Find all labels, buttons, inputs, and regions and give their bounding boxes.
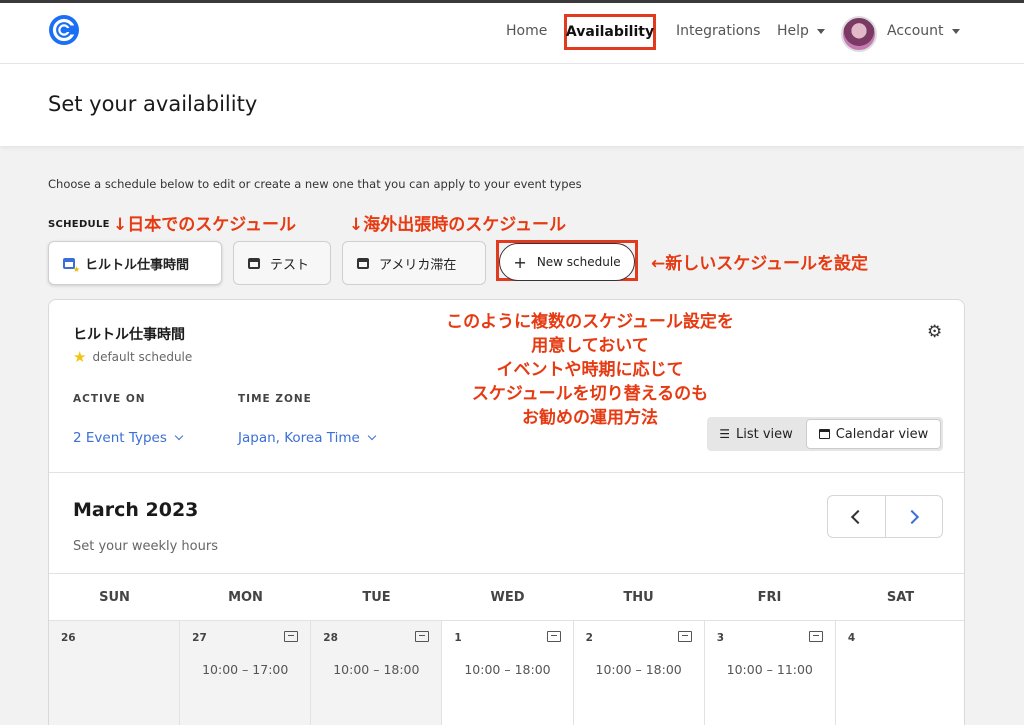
weekly-hours-subtitle: Set your weekly hours (73, 539, 218, 554)
nav-home[interactable]: Home (506, 23, 547, 39)
nav-account[interactable]: Account (887, 23, 960, 39)
avatar[interactable] (841, 16, 877, 52)
calendar-day-cell[interactable]: 27 10:00 – 17:00 (180, 621, 312, 725)
copy-icon[interactable] (415, 631, 430, 642)
active-on-value: 2 Event Types (73, 430, 167, 446)
day-number: 1 (454, 632, 462, 644)
app-logo-icon[interactable] (47, 13, 81, 47)
calendar-view-button[interactable]: Calendar view (806, 419, 941, 449)
month-nav (827, 495, 943, 538)
time-zone-dropdown[interactable]: Japan, Korea Time (238, 430, 377, 446)
intro-text: Choose a schedule below to edit or creat… (48, 177, 582, 191)
schedule-name: ヒルトル仕事時間 (73, 327, 185, 343)
calendar-day-cell[interactable]: 1 10:00 – 18:00 (442, 621, 574, 725)
day-hours: 10:00 – 17:00 (202, 662, 289, 677)
time-zone-label: TIME ZONE (238, 393, 312, 405)
chevron-right-icon (904, 509, 920, 524)
chevron-down-icon (951, 28, 960, 34)
month-title: March 2023 (73, 499, 199, 521)
plus-icon: + (513, 252, 527, 272)
chevron-down-icon (367, 431, 377, 441)
nav-help[interactable]: Help (777, 23, 825, 39)
calendar-week-row: 26 27 10:00 – 17:00 28 10:00 – 18:00 1 1… (49, 621, 964, 725)
schedule-tab-label: アメリカ滞在 (379, 257, 457, 273)
nav-availability[interactable]: Availability (564, 14, 656, 50)
star-icon: ★ (73, 348, 87, 366)
calendar-day-cell[interactable]: 26 (49, 621, 181, 725)
annotation-line: スケジュールを切り替えるのも (471, 384, 709, 404)
annotation-japan: ↓日本でのスケジュール (113, 215, 297, 235)
calendar-day-cell[interactable]: 28 10:00 – 18:00 (311, 621, 443, 725)
divider (49, 472, 964, 473)
annotation-line: このように複数のスケジュール設定を (446, 312, 734, 332)
new-schedule-button[interactable]: + New schedule (499, 243, 635, 281)
weekday-header: SAT (886, 589, 915, 605)
copy-icon[interactable] (546, 631, 561, 642)
default-schedule-label: default schedule (92, 350, 193, 364)
day-number: 2 (585, 632, 593, 644)
day-number: 27 (192, 632, 207, 644)
active-on-dropdown[interactable]: 2 Event Types (73, 430, 184, 446)
prev-month-button[interactable] (828, 496, 885, 537)
nav-help-label: Help (777, 23, 809, 39)
weekday-header: TUE (362, 589, 391, 605)
calendar-view-label: Calendar view (835, 426, 929, 442)
nav-integrations[interactable]: Integrations (676, 23, 760, 39)
copy-icon[interactable] (677, 631, 692, 642)
annotation-multi-schedule: このように複数のスケジュール設定を 用意しておいて イベントや時期に応じて スケ… (400, 310, 780, 430)
schedule-section-label: SCHEDULE (48, 219, 110, 230)
schedule-tab-hirutoru[interactable]: ヒルトル仕事時間 (48, 241, 222, 285)
calendar-day-cell[interactable]: 4 (836, 621, 964, 725)
schedule-tab-america[interactable]: アメリカ滞在 (342, 241, 486, 285)
nav-availability-label: Availability (565, 24, 655, 40)
day-number: 28 (323, 632, 338, 644)
schedule-tab-label: ヒルトル仕事時間 (85, 257, 190, 273)
page-header: Set your availability (0, 64, 1024, 146)
calendar-icon (248, 257, 260, 269)
weekday-header: THU (623, 589, 654, 605)
day-number: 26 (61, 632, 76, 644)
weekday-header-row: SUN MON TUE WED THU FRI SAT (49, 574, 964, 620)
day-hours: 10:00 – 11:00 (726, 662, 813, 677)
calendar-icon (63, 257, 80, 274)
top-navbar: Home Availability Integrations Help Acco… (0, 3, 1024, 64)
copy-icon[interactable] (808, 631, 823, 642)
time-zone-value: Japan, Korea Time (238, 430, 360, 446)
page-title: Set your availability (48, 92, 258, 116)
annotation-new-schedule: ←新しいスケジュールを設定 (651, 254, 869, 274)
weekday-header: WED (490, 589, 525, 605)
day-hours: 10:00 – 18:00 (464, 662, 551, 677)
calendar-icon (357, 257, 369, 269)
chevron-down-icon (816, 28, 825, 34)
day-hours: 10:00 – 18:00 (333, 662, 420, 677)
calendar-day-cell[interactable]: 3 10:00 – 11:00 (705, 621, 836, 725)
calendar-icon (818, 429, 830, 439)
new-schedule-label: New schedule (536, 255, 621, 269)
weekday-header: MON (228, 589, 263, 605)
nav-account-label: Account (887, 23, 944, 39)
chevron-left-icon (851, 509, 866, 524)
schedule-tab-test[interactable]: テスト (233, 241, 331, 285)
annotation-line: お勧めの運用方法 (522, 408, 658, 428)
default-schedule-row: ★ default schedule (73, 348, 192, 366)
active-on-label: ACTIVE ON (73, 393, 146, 405)
chevron-down-icon (174, 431, 184, 441)
day-number: 4 (847, 632, 856, 644)
day-hours: 10:00 – 18:00 (595, 662, 682, 677)
gear-icon[interactable]: ⚙ (927, 322, 942, 342)
next-month-button[interactable] (884, 496, 942, 537)
weekday-header: FRI (757, 589, 782, 605)
weekday-header: SUN (99, 589, 130, 605)
annotation-line: イベントや時期に応じて (496, 360, 684, 380)
day-number: 3 (716, 632, 725, 644)
annotation-line: 用意しておいて (531, 336, 649, 356)
annotation-overseas: ↓海外出張時のスケジュール (349, 215, 567, 235)
calendar-day-cell[interactable]: 2 10:00 – 18:00 (574, 621, 705, 725)
schedule-tab-label: テスト (270, 257, 310, 273)
copy-icon[interactable] (284, 631, 299, 642)
